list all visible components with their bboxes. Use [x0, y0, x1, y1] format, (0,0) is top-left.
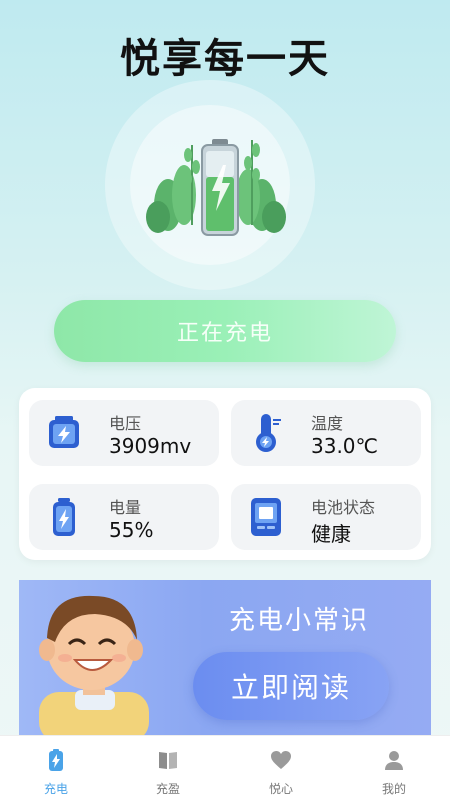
battery-tab-icon: [49, 749, 63, 771]
battery-level-icon: [53, 498, 75, 536]
heart-tab-icon: [271, 751, 291, 769]
boy-illustration: [39, 595, 149, 735]
stat-battery-level[interactable]: 电量 55%: [29, 484, 219, 550]
banner-title: 充电小常识: [228, 606, 369, 636]
stat-voltage[interactable]: 电压 3909mv: [29, 400, 219, 466]
device-status-icon: [251, 498, 281, 536]
stat-value: 33.0℃: [311, 434, 378, 458]
tab-charge[interactable]: 充电: [0, 736, 112, 801]
tab-label: 充盈: [155, 782, 180, 796]
stat-label: 电量: [109, 498, 142, 517]
charging-status-button[interactable]: 正在充电: [54, 300, 396, 362]
bottom-tab-bar: 充电 充盈 悦心 我的: [0, 735, 450, 801]
stat-temperature[interactable]: 温度 33.0℃: [231, 400, 421, 466]
battery-stats-card: 电压 3909mv 温度 33.0℃ 电量 55% 电池状态 健康: [19, 388, 431, 560]
battery-illustration: [146, 139, 286, 236]
charging-tips-banner[interactable]: 充电小常识 立即阅读: [19, 580, 431, 735]
book-tab-icon: [159, 752, 177, 769]
read-now-button[interactable]: 立即阅读: [193, 652, 389, 720]
stat-battery-status[interactable]: 电池状态 健康: [231, 484, 421, 550]
user-tab-icon: [385, 751, 403, 770]
tab-label: 悦心: [268, 782, 293, 796]
tab-profile[interactable]: 我的: [338, 736, 450, 801]
stat-value: 55%: [109, 518, 154, 542]
tab-fill[interactable]: 充盈: [112, 736, 224, 801]
stat-label: 温度: [311, 414, 344, 433]
stat-value: 健康: [311, 522, 351, 546]
tab-label: 充电: [43, 782, 68, 796]
page-title: 悦享每一天: [120, 36, 330, 82]
thermometer-icon: [256, 414, 281, 452]
tab-mood[interactable]: 悦心: [225, 736, 337, 801]
tab-label: 我的: [381, 782, 406, 796]
stat-label: 电压: [109, 414, 142, 433]
battery-bolt-icon: [49, 416, 79, 448]
stat-label: 电池状态: [311, 498, 376, 517]
stat-value: 3909mv: [109, 434, 192, 458]
